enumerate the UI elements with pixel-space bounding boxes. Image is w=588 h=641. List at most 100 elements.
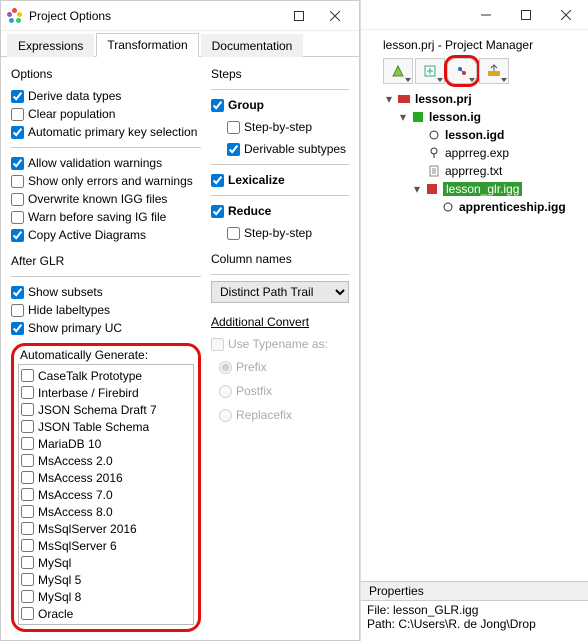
check[interactable] <box>21 454 34 467</box>
tree-root[interactable]: ▾ lesson.prj <box>383 90 582 108</box>
properties-body: File: lesson_GLR.igg Path: C:\Users\R. d… <box>361 601 588 633</box>
tab-documentation[interactable]: Documentation <box>201 34 304 57</box>
step-group-check[interactable] <box>211 99 224 112</box>
check[interactable] <box>21 369 34 382</box>
project-tree[interactable]: ▾ lesson.prj ▾ lesson.ig lesson.igd appr… <box>383 90 582 216</box>
autogen-row[interactable]: Oracle 12 <box>21 622 191 625</box>
maximize-button[interactable] <box>508 1 544 29</box>
tree-exp[interactable]: apprreg.exp <box>383 144 582 162</box>
tool-edit-button[interactable] <box>415 58 445 84</box>
step-lexicalize[interactable]: Lexicalize <box>211 171 349 189</box>
option-label: Warn before saving IG file <box>28 210 166 224</box>
check[interactable] <box>11 175 24 188</box>
check[interactable] <box>11 90 24 103</box>
autogen-row[interactable]: MariaDB 10 <box>21 435 191 452</box>
check[interactable] <box>21 488 34 501</box>
tool-transform-button[interactable] <box>447 58 477 84</box>
check[interactable] <box>21 420 34 433</box>
step-reduce-stepbystep[interactable]: Step-by-step <box>211 224 349 242</box>
check[interactable] <box>11 157 24 170</box>
afterglr-row[interactable]: Hide labeltypes <box>11 301 201 319</box>
option-row[interactable]: Copy Active Diagrams <box>11 226 201 244</box>
autogen-row[interactable]: Interbase / Firebird <box>21 384 191 401</box>
option-row[interactable]: Clear population <box>11 105 201 123</box>
autogen-row[interactable]: MsAccess 2016 <box>21 469 191 486</box>
option-row[interactable]: Show only errors and warnings <box>11 172 201 190</box>
option-row[interactable]: Derive data types <box>11 87 201 105</box>
check[interactable] <box>21 505 34 518</box>
tree-ig[interactable]: ▾ lesson.ig <box>383 108 582 126</box>
autogen-row[interactable]: CaseTalk Prototype <box>21 367 191 384</box>
dialog-title: Project Options <box>29 9 281 23</box>
autogen-row[interactable]: MsSqlServer 2016 <box>21 520 191 537</box>
autogen-row[interactable]: JSON Table Schema <box>21 418 191 435</box>
tab-transformation[interactable]: Transformation <box>96 33 198 57</box>
check[interactable] <box>21 522 34 535</box>
option-row[interactable]: Warn before saving IG file <box>11 208 201 226</box>
option-row[interactable]: Allow validation warnings <box>11 154 201 172</box>
check[interactable] <box>21 539 34 552</box>
check[interactable] <box>227 143 240 156</box>
check[interactable] <box>21 471 34 484</box>
afterglr-row[interactable]: Show primary UC <box>11 319 201 337</box>
check[interactable] <box>21 607 34 620</box>
tab-expressions[interactable]: Expressions <box>7 34 94 57</box>
autogen-label: JSON Schema Draft 7 <box>38 403 157 417</box>
minimize-button[interactable] <box>468 1 504 29</box>
check[interactable] <box>227 121 240 134</box>
check[interactable] <box>11 322 24 335</box>
auto-generate-list[interactable]: CaseTalk PrototypeInterbase / Firebird JS… <box>18 364 194 625</box>
autogen-row[interactable]: MsAccess 8.0 <box>21 503 191 520</box>
check[interactable] <box>11 108 24 121</box>
check[interactable] <box>11 126 24 139</box>
step-group[interactable]: Group <box>211 96 349 114</box>
tree-igg[interactable]: ▾ lesson_glr.igg <box>383 180 582 198</box>
check[interactable] <box>21 624 34 625</box>
properties-title: Properties <box>369 584 424 598</box>
autogen-row[interactable]: MySql 8 <box>21 588 191 605</box>
step-reduce[interactable]: Reduce <box>211 202 349 220</box>
check[interactable] <box>11 229 24 242</box>
autogen-row[interactable]: MySql <box>21 554 191 571</box>
check[interactable] <box>21 590 34 603</box>
check[interactable] <box>11 211 24 224</box>
autogen-row[interactable]: MsAccess 2.0 <box>21 452 191 469</box>
option-row[interactable]: Overwrite known IGG files <box>11 190 201 208</box>
tool-export-button[interactable] <box>479 58 509 84</box>
autogen-row[interactable]: JSON Schema Draft 7 <box>21 401 191 418</box>
autogen-label: MySql 8 <box>38 590 81 604</box>
check[interactable] <box>211 174 224 187</box>
check[interactable] <box>21 386 34 399</box>
autogen-row[interactable]: MySql 5 <box>21 571 191 588</box>
option-row[interactable]: Automatic primary key selection <box>11 123 201 141</box>
close-button[interactable] <box>548 1 584 29</box>
exp-icon <box>427 146 441 160</box>
autogen-label: MySql <box>38 556 71 570</box>
check[interactable] <box>21 573 34 586</box>
step-group-stepbystep[interactable]: Step-by-step <box>211 118 349 136</box>
close-button[interactable] <box>317 2 353 30</box>
autogen-row[interactable]: MsAccess 7.0 <box>21 486 191 503</box>
check[interactable] <box>11 304 24 317</box>
check[interactable] <box>11 193 24 206</box>
divider <box>211 89 349 90</box>
check[interactable] <box>227 227 240 240</box>
check[interactable] <box>21 437 34 450</box>
tree-app[interactable]: apprenticeship.igg <box>383 198 582 216</box>
check[interactable] <box>21 403 34 416</box>
tree-txt[interactable]: apprreg.txt <box>383 162 582 180</box>
step-group-derivable[interactable]: Derivable subtypes <box>211 140 349 158</box>
check[interactable] <box>21 556 34 569</box>
prop-path: Path: C:\Users\R. de Jong\Drop <box>367 617 582 631</box>
afterglr-row[interactable]: Show subsets <box>11 283 201 301</box>
check[interactable] <box>11 286 24 299</box>
maximize-button[interactable] <box>281 2 317 30</box>
autogen-row[interactable]: Oracle <box>21 605 191 622</box>
column-names-select[interactable]: Distinct Path Trail <box>211 281 349 303</box>
tree-igd[interactable]: lesson.igd <box>383 126 582 144</box>
project-manager-panel: lesson.prj - Project Manager ▾ <box>360 0 588 641</box>
autogen-row[interactable]: MsSqlServer 6 <box>21 537 191 554</box>
tool-add-button[interactable] <box>383 58 413 84</box>
project-icon <box>397 92 411 106</box>
check[interactable] <box>211 205 224 218</box>
